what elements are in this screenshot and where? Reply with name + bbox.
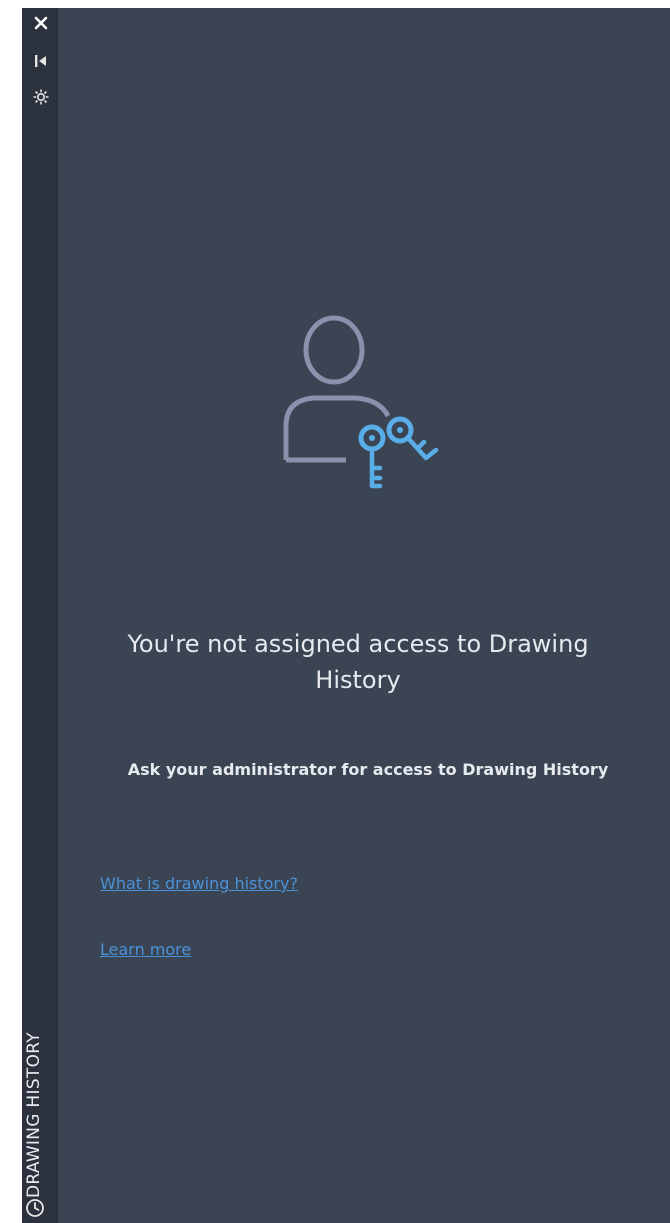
what-is-drawing-history-link[interactable]: What is drawing history? [100,874,298,893]
content-area: You're not assigned access to Drawing Hi… [58,8,670,1223]
auto-hide-icon[interactable] [30,50,52,72]
access-heading: You're not assigned access to Drawing Hi… [127,630,589,694]
settings-icon[interactable] [30,86,52,108]
drawing-history-palette: DRAWING HISTORY You're not assigned acce… [0,0,670,1223]
learn-more-link[interactable]: Learn more [100,940,191,959]
history-icon [24,1197,46,1219]
close-icon[interactable] [30,12,52,34]
access-message: Ask your administrator for access to Dra… [127,760,609,779]
window-edge [0,0,22,1223]
window-top-edge [22,0,670,8]
palette-title: DRAWING HISTORY [24,1032,44,1198]
user-keys-icon [276,308,456,508]
